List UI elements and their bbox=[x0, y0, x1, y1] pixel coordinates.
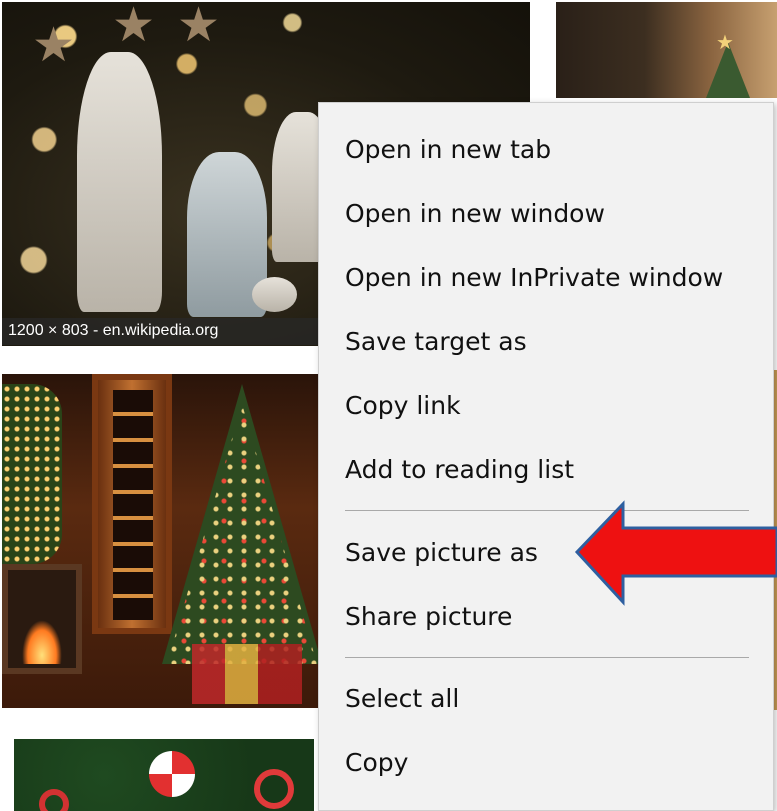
star-ornament-icon: ★ bbox=[32, 19, 76, 72]
christmas-tree-image[interactable] bbox=[2, 374, 318, 708]
context-menu: Open in new tab Open in new window Open … bbox=[318, 102, 774, 811]
menu-item-open-inprivate-window[interactable]: Open in new InPrivate window bbox=[319, 250, 773, 306]
garland bbox=[2, 384, 62, 564]
menu-item-save-target-as[interactable]: Save target as bbox=[319, 314, 773, 370]
fireplace bbox=[2, 564, 82, 674]
menu-item-copy[interactable]: Copy bbox=[319, 735, 773, 791]
tree-star-icon: ★ bbox=[716, 32, 734, 54]
candy-image[interactable] bbox=[14, 739, 314, 811]
menu-item-select-all[interactable]: Select all bbox=[319, 671, 773, 727]
joseph-figure bbox=[77, 52, 162, 312]
fire-icon bbox=[22, 620, 62, 664]
menu-item-add-reading-list[interactable]: Add to reading list bbox=[319, 442, 773, 498]
menu-item-open-new-tab[interactable]: Open in new tab bbox=[319, 122, 773, 178]
menu-item-copy-link[interactable]: Copy link bbox=[319, 378, 773, 434]
candy-wreath-icon bbox=[254, 769, 294, 809]
gift-boxes bbox=[192, 644, 302, 704]
menu-separator bbox=[345, 657, 749, 658]
red-arrow-icon bbox=[574, 500, 777, 606]
peppermint-candy-icon bbox=[149, 751, 195, 797]
window-frame bbox=[92, 374, 172, 634]
lamb-figure bbox=[252, 277, 297, 312]
menu-item-open-new-window[interactable]: Open in new window bbox=[319, 186, 773, 242]
star-ornament-icon: ★ bbox=[177, 2, 221, 52]
candy-ring-icon bbox=[39, 789, 69, 811]
star-ornament-icon: ★ bbox=[112, 2, 156, 52]
image-caption: 1200 × 803 - en.wikipedia.org bbox=[2, 318, 318, 345]
room-tree-image[interactable]: ★ bbox=[556, 2, 777, 98]
